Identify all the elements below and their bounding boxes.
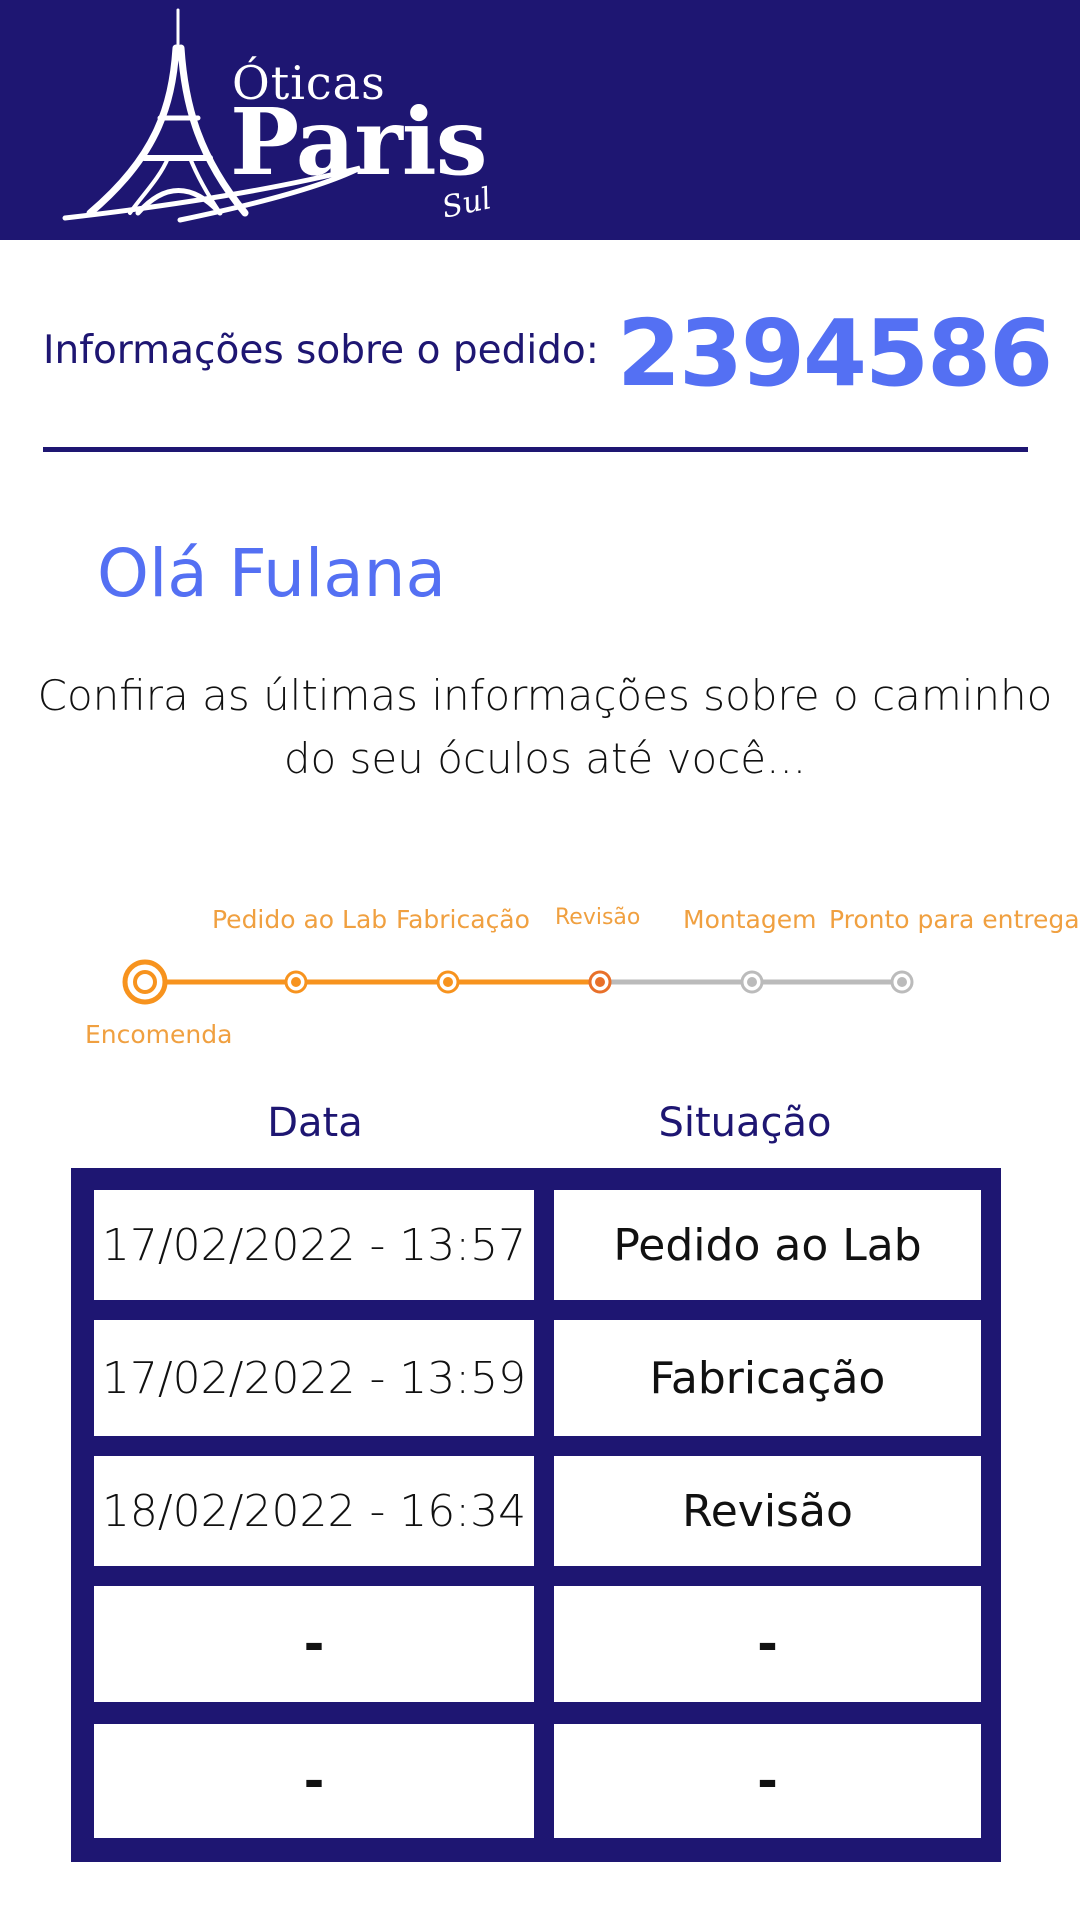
table-cell-date: 17/02/2022 - 13:57 bbox=[94, 1190, 534, 1300]
table-cell-status: Fabricação bbox=[554, 1320, 981, 1436]
logo-paris-text: Paris bbox=[230, 88, 488, 196]
order-tracking-page: Óticas Paris Sul Informações sobre o ped… bbox=[0, 0, 1080, 1920]
step-label-pedido-ao-lab: Pedido ao Lab bbox=[212, 905, 388, 934]
intro-text: Confira as últimas informações sobre o c… bbox=[37, 671, 1053, 783]
step-marker-1 bbox=[284, 970, 308, 994]
table-cell-status: Pedido ao Lab bbox=[554, 1190, 981, 1300]
step-marker-2 bbox=[436, 970, 460, 994]
column-header-data: Data bbox=[267, 1100, 363, 1146]
table-cell-date: 18/02/2022 - 16:34 bbox=[94, 1456, 534, 1566]
table-cell-date: 17/02/2022 - 13:59 bbox=[94, 1320, 534, 1436]
step-label-montagem: Montagem bbox=[683, 905, 817, 934]
header-banner: Óticas Paris Sul bbox=[0, 0, 1080, 240]
table-cell-status: - bbox=[554, 1586, 981, 1702]
order-number: 2394586 bbox=[617, 300, 1053, 407]
step-marker-5 bbox=[890, 970, 914, 994]
brand-logo[interactable]: Óticas Paris Sul bbox=[60, 8, 510, 233]
step-label-encomenda: Encomenda bbox=[85, 1020, 233, 1049]
table-cell-status: - bbox=[554, 1724, 981, 1838]
order-progress-tracker: Encomenda Pedido ao Lab Fabricação Revis… bbox=[0, 890, 1080, 1070]
step-label-fabricacao: Fabricação bbox=[396, 905, 530, 934]
step-label-pronto-para-entrega: Pronto para entrega bbox=[829, 905, 1080, 934]
table-cell-date: - bbox=[94, 1724, 534, 1838]
step-marker-3 bbox=[588, 970, 612, 994]
step-marker-4 bbox=[740, 970, 764, 994]
step-label-revisao: Revisão bbox=[555, 905, 641, 930]
step-marker-0 bbox=[122, 959, 168, 1005]
divider bbox=[43, 447, 1028, 452]
order-info-label: Informações sobre o pedido: bbox=[43, 328, 599, 373]
table-cell-date: - bbox=[94, 1586, 534, 1702]
status-history-table: 17/02/2022 - 13:57 Pedido ao Lab 17/02/2… bbox=[71, 1168, 1001, 1862]
greeting-heading: Olá Fulana bbox=[97, 535, 446, 612]
column-header-situacao: Situação bbox=[658, 1100, 832, 1146]
table-cell-status: Revisão bbox=[554, 1456, 981, 1566]
